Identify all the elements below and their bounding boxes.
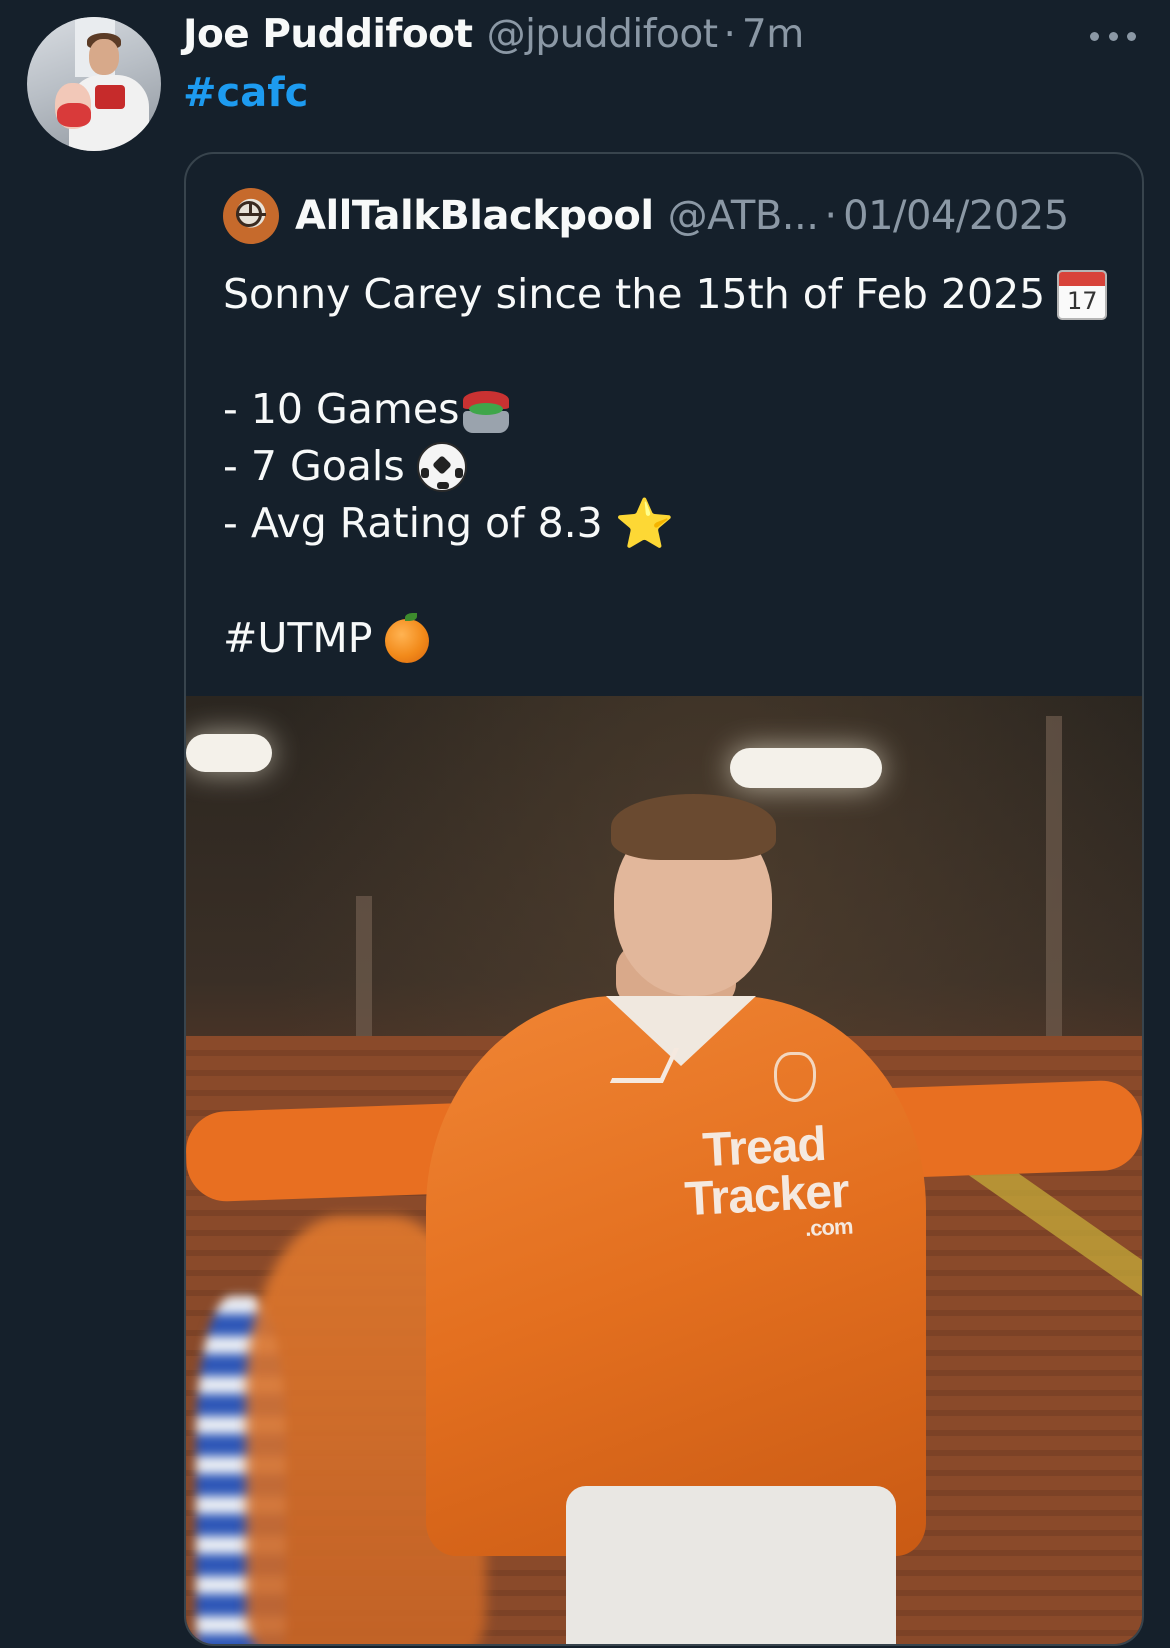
calendar-top xyxy=(1059,271,1106,286)
author-handle[interactable]: @jpuddifoot xyxy=(487,12,718,57)
tangerine-icon xyxy=(384,612,429,663)
header-separator: · xyxy=(723,12,736,57)
player-hair xyxy=(611,794,776,860)
quote-body: Sonny Carey since the 15th of Feb 2025 1… xyxy=(223,266,1123,667)
quote-author-handle[interactable]: @ATB... xyxy=(668,193,819,239)
floodlight xyxy=(186,734,272,772)
quote-separator: · xyxy=(824,193,838,239)
quote-date[interactable]: 01/04/2025 xyxy=(843,193,1069,239)
more-dot xyxy=(1108,31,1118,41)
avatar-face xyxy=(89,39,119,75)
player-shorts xyxy=(566,1486,896,1644)
quoted-tweet[interactable]: AllTalkBlackpool @ATB... · 01/04/2025 So… xyxy=(184,152,1144,1646)
logo-vbar xyxy=(249,202,252,214)
tweet-time[interactable]: 7m xyxy=(742,12,804,57)
stadium-field xyxy=(469,402,504,415)
club-crest xyxy=(774,1052,816,1102)
shirt-sponsor: Tread Tracker .com xyxy=(663,1118,869,1247)
quote-games-text: - 10 Games xyxy=(223,385,460,433)
tangerine-leaf xyxy=(404,612,417,621)
quote-author-name[interactable]: AllTalkBlackpool xyxy=(295,193,654,239)
ball-patch xyxy=(454,467,463,478)
ball-patch xyxy=(436,481,449,489)
tweet-hashtag[interactable]: #cafc xyxy=(183,70,308,116)
quote-line-intro: Sonny Carey since the 15th of Feb 2025 1… xyxy=(223,266,1123,323)
more-dot xyxy=(1127,31,1136,41)
calendar-number: 17 xyxy=(1066,286,1098,315)
quote-line-games: - 10 Games xyxy=(223,381,1123,438)
quote-intro-text: Sonny Carey since the 15th of Feb 2025 xyxy=(223,270,1046,318)
calendar-icon: 17 xyxy=(1057,269,1108,320)
quote-author-avatar[interactable] xyxy=(223,188,279,244)
tweet-header: Joe Puddifoot @jpuddifoot · 7m xyxy=(183,12,804,64)
ball-patch xyxy=(431,454,452,475)
stadium-icon xyxy=(461,385,511,435)
author-avatar[interactable] xyxy=(27,17,161,151)
player-shirt xyxy=(426,996,926,1556)
more-dot xyxy=(1090,31,1099,41)
quote-hashtag-text: #UTMP xyxy=(223,614,373,662)
quote-goals-text: - 7 Goals xyxy=(223,442,405,490)
quote-header: AllTalkBlackpool @ATB... · 01/04/2025 xyxy=(223,188,1069,244)
quote-media-image[interactable]: Tread Tracker .com xyxy=(186,696,1142,1644)
author-name[interactable]: Joe Puddifoot xyxy=(183,12,473,57)
quote-line-rating: - Avg Rating of 8.3 ⭐ xyxy=(223,495,1123,552)
quote-line-tag: #UTMP xyxy=(223,610,1123,667)
floodlight xyxy=(730,748,882,788)
avatar-shirt-badge xyxy=(95,85,125,109)
ball-patch xyxy=(420,467,429,478)
avatar-baby-top xyxy=(57,103,91,127)
soccer-ball-icon xyxy=(416,441,467,492)
quote-rating-text: - Avg Rating of 8.3 xyxy=(223,499,603,547)
more-dots-icon[interactable] xyxy=(1090,26,1136,46)
quote-line-goals: - 7 Goals xyxy=(223,438,1123,495)
star-icon: ⭐ xyxy=(614,495,675,552)
